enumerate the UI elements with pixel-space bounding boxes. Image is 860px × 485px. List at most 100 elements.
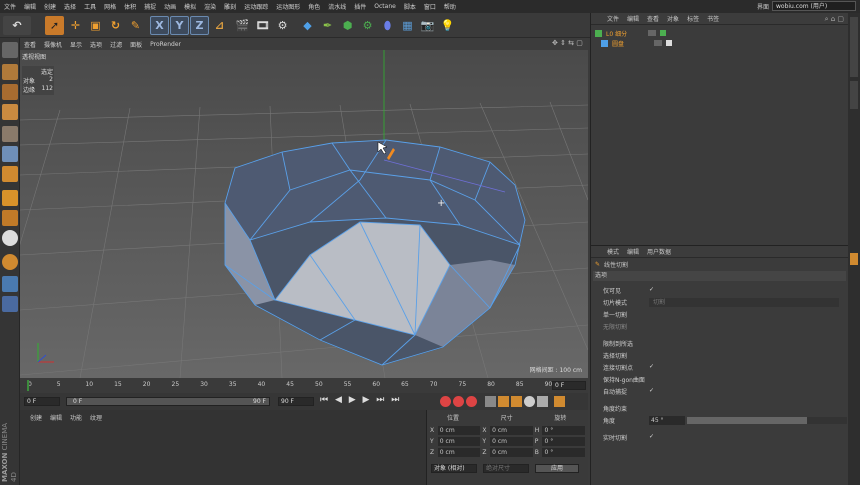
menu-item[interactable]: 窗口 xyxy=(420,2,440,11)
rotate-tool-icon[interactable]: ↻ xyxy=(106,16,125,35)
undo-icon[interactable]: ↶ xyxy=(3,16,31,35)
viewport-menu-item[interactable]: 显示 xyxy=(66,40,86,49)
coord-field[interactable]: 0 ° xyxy=(542,425,586,435)
visibility-dots-icon[interactable] xyxy=(654,40,662,46)
viewport-menu-item[interactable]: 查看 xyxy=(20,40,40,49)
attribute-checkbox[interactable] xyxy=(649,322,657,330)
attribute-checkbox[interactable]: ✓ xyxy=(649,387,657,395)
select-tool-icon[interactable]: ➚ xyxy=(45,16,64,35)
coord-field[interactable]: 0 cm xyxy=(437,425,481,435)
magnet-icon[interactable] xyxy=(2,254,18,270)
menu-item[interactable]: 插件 xyxy=(350,2,370,11)
material-menu-item[interactable]: 创建 xyxy=(30,413,42,422)
material-menu-item[interactable]: 功能 xyxy=(70,413,82,422)
camera-icon[interactable]: 📷 xyxy=(418,16,437,35)
end-frame-field[interactable]: 90 F xyxy=(278,397,314,406)
floor-icon[interactable]: ▦ xyxy=(398,16,417,35)
snap-icon[interactable] xyxy=(2,230,18,246)
attribute-checkbox[interactable]: ✓ xyxy=(649,433,657,441)
apply-button[interactable]: 应用 xyxy=(535,464,579,473)
polygons-mode-icon[interactable] xyxy=(2,166,18,182)
frame-range-slider[interactable]: 0 F 90 F xyxy=(66,397,270,406)
spline-pen-icon[interactable]: ✒ xyxy=(318,16,337,35)
menu-item[interactable]: 捕捉 xyxy=(140,2,160,11)
viewport-menu-item[interactable]: 面板 xyxy=(126,40,146,49)
menu-item[interactable]: 雕刻 xyxy=(220,2,240,11)
menu-item[interactable]: 工具 xyxy=(80,2,100,11)
render-view-icon[interactable]: 🎬 xyxy=(233,16,252,35)
menu-item[interactable]: Octane xyxy=(370,3,400,10)
z-axis-button[interactable]: Z xyxy=(190,16,209,35)
om-menu-item[interactable]: 编辑 xyxy=(623,14,643,23)
deformer-icon[interactable]: ⬮ xyxy=(378,16,397,35)
attribute-checkbox[interactable]: ✓ xyxy=(649,286,657,294)
menu-item[interactable]: 创建 xyxy=(40,2,60,11)
edges-mode-icon[interactable] xyxy=(2,146,18,162)
scale-tool-icon[interactable]: ▣ xyxy=(86,16,105,35)
move-tool-icon[interactable]: ✛ xyxy=(66,16,85,35)
playhead-marker[interactable] xyxy=(27,380,29,391)
menu-item[interactable]: 网格 xyxy=(100,2,120,11)
menu-item[interactable]: 流水线 xyxy=(324,2,350,11)
render-picture-viewer-icon[interactable]: 🎞 xyxy=(253,16,272,35)
coord-field[interactable]: 0 cm xyxy=(490,436,533,446)
om-nav-icons[interactable]: ⌕ ⌂ ▢ xyxy=(825,15,844,24)
brush-tool-icon[interactable]: ✎ xyxy=(126,16,145,35)
attribute-checkbox[interactable] xyxy=(649,375,657,383)
object-list-item[interactable]: L0 细分 xyxy=(595,28,844,38)
menu-item[interactable]: 编辑 xyxy=(20,2,40,11)
y-axis-button[interactable]: Y xyxy=(170,16,189,35)
coord-field[interactable]: 0 cm xyxy=(437,447,481,457)
om-menu-item[interactable]: 对象 xyxy=(663,14,683,23)
right-side-tabs[interactable] xyxy=(848,13,860,485)
menu-item[interactable]: 运动跟踪 xyxy=(240,2,272,11)
points-mode-icon[interactable] xyxy=(2,126,18,142)
make-editable-icon[interactable] xyxy=(2,42,18,58)
om-menu-item[interactable]: 书签 xyxy=(703,14,723,23)
coord-mode-select[interactable]: 对象 (相对) xyxy=(431,464,477,473)
model-mode-icon[interactable] xyxy=(2,64,18,80)
coord-field[interactable]: 0 cm xyxy=(490,425,533,435)
attribute-checkbox[interactable] xyxy=(649,404,657,412)
visibility-dots-icon[interactable] xyxy=(648,30,656,36)
om-menu-item[interactable]: 标签 xyxy=(683,14,703,23)
coord-field[interactable]: 0 ° xyxy=(542,447,586,457)
am-menu-item[interactable]: 编辑 xyxy=(623,247,643,256)
angle-field[interactable]: 45 ° xyxy=(649,415,685,425)
om-menu-item[interactable]: 查看 xyxy=(643,14,663,23)
array-generator-icon[interactable]: ⚙ xyxy=(358,16,377,35)
workplane-mode-icon[interactable] xyxy=(2,104,18,120)
light-icon[interactable]: 💡 xyxy=(438,16,457,35)
slice-mode-select[interactable]: 切割 xyxy=(649,297,839,307)
cube-primitive-icon[interactable]: ◆ xyxy=(298,16,317,35)
menu-item[interactable]: 脚本 xyxy=(400,2,420,11)
menu-item[interactable]: 选择 xyxy=(60,2,80,11)
menu-item[interactable]: 模拟 xyxy=(180,2,200,11)
attribute-checkbox[interactable] xyxy=(649,351,657,359)
object-list-item[interactable]: 圆盘 xyxy=(595,38,844,48)
viewport-menu-item[interactable]: ProRender xyxy=(146,41,185,48)
material-menu-item[interactable]: 编辑 xyxy=(50,413,62,422)
menu-item[interactable]: 运动图形 xyxy=(272,2,304,11)
layer-icon[interactable] xyxy=(2,276,18,292)
tweak-mode-icon[interactable] xyxy=(2,210,18,226)
perspective-viewport[interactable]: + 透视视图 选定 对象 2 边缘 112 网格间距 : 100 cm xyxy=(20,50,588,378)
am-menu-item[interactable]: 用户数据 xyxy=(643,247,675,256)
menu-item[interactable]: 帮助 xyxy=(440,2,460,11)
om-menu-item[interactable]: 文件 xyxy=(603,14,623,23)
am-menu-item[interactable]: 模式 xyxy=(603,247,623,256)
coord-field[interactable]: 0 ° xyxy=(542,436,586,446)
menu-item[interactable]: 文件 xyxy=(0,2,20,11)
coord-field[interactable]: 0 cm xyxy=(437,436,481,446)
coord-field[interactable]: 0 cm xyxy=(490,447,533,457)
menu-item[interactable]: 体积 xyxy=(120,2,140,11)
subdivision-generator-icon[interactable]: ⬢ xyxy=(338,16,357,35)
keyframe-buttons[interactable] xyxy=(440,396,565,407)
material-menu-item[interactable]: 纹理 xyxy=(90,413,102,422)
menu-item[interactable]: 动画 xyxy=(160,2,180,11)
axis-mode-icon[interactable] xyxy=(2,190,18,206)
layout-select[interactable]: wobiu.com (用户) xyxy=(772,1,856,11)
angle-slider[interactable] xyxy=(687,416,847,424)
viewport-menu-item[interactable]: 摄像机 xyxy=(40,40,66,49)
coordinate-system-icon[interactable]: ⊿ xyxy=(210,16,229,35)
